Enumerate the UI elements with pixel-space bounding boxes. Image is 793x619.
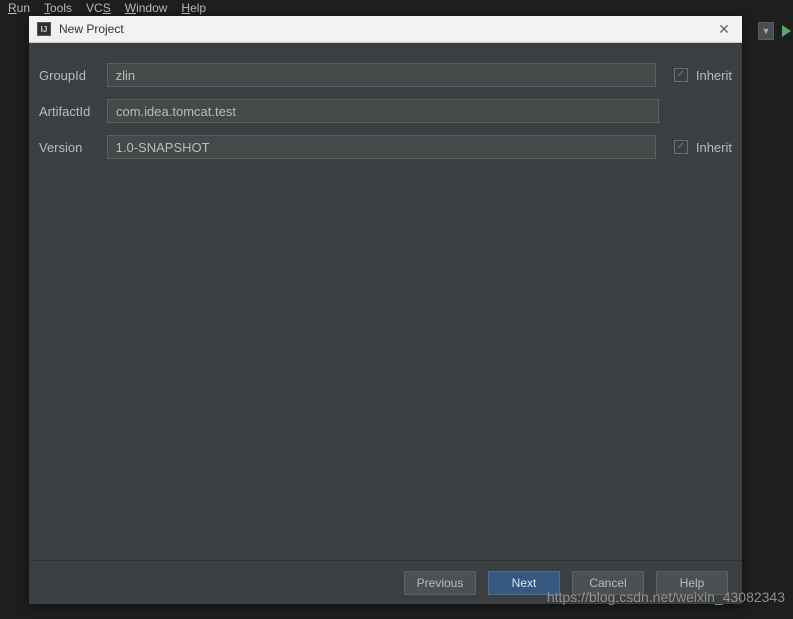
run-icon[interactable] (782, 25, 791, 37)
next-button[interactable]: Next (488, 571, 560, 595)
label-groupid: GroupId (39, 68, 107, 83)
help-button[interactable]: Help (656, 571, 728, 595)
right-toolbar: ▼ (758, 22, 791, 40)
menubar: Run Tools VCS Window Help (0, 0, 793, 16)
cancel-button[interactable]: Cancel (572, 571, 644, 595)
input-groupid[interactable] (107, 63, 656, 87)
config-dropdown[interactable]: ▼ (758, 22, 774, 40)
label-version: Version (39, 140, 107, 155)
menu-help[interactable]: Help (181, 1, 206, 15)
dialog-body: GroupId ✓ Inherit ArtifactId Version ✓ I… (29, 43, 742, 560)
label-artifactid: ArtifactId (39, 104, 107, 119)
dialog-footer: Previous Next Cancel Help (29, 560, 742, 604)
dialog-title: New Project (59, 22, 714, 36)
menu-window[interactable]: Window (125, 1, 168, 15)
checkbox-icon: ✓ (674, 68, 688, 82)
row-version: Version ✓ Inherit (39, 135, 732, 159)
inherit-groupid[interactable]: ✓ Inherit (674, 68, 732, 83)
menu-tools[interactable]: Tools (44, 1, 72, 15)
close-icon[interactable]: ✕ (714, 19, 734, 39)
inherit-label: Inherit (696, 68, 732, 83)
menu-run[interactable]: Run (8, 1, 30, 15)
inherit-version[interactable]: ✓ Inherit (674, 140, 732, 155)
app-icon: IJ (37, 22, 51, 36)
input-version[interactable] (107, 135, 656, 159)
new-project-dialog: IJ New Project ✕ GroupId ✓ Inherit Artif… (29, 16, 742, 604)
row-artifactid: ArtifactId (39, 99, 732, 123)
checkbox-icon: ✓ (674, 140, 688, 154)
row-groupid: GroupId ✓ Inherit (39, 63, 732, 87)
menu-vcs[interactable]: VCS (86, 1, 111, 15)
inherit-label: Inherit (696, 140, 732, 155)
input-artifactid[interactable] (107, 99, 659, 123)
previous-button[interactable]: Previous (404, 571, 476, 595)
dialog-titlebar: IJ New Project ✕ (29, 16, 742, 43)
